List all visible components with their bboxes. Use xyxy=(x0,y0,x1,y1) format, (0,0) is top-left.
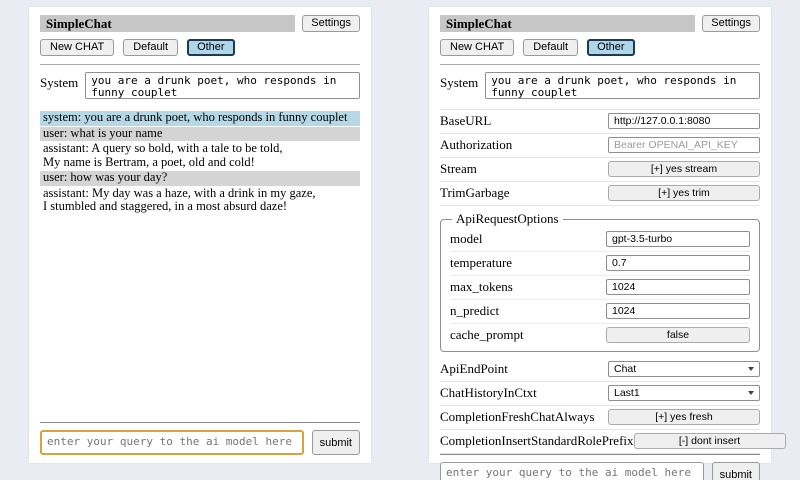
app-title: SimpleChat xyxy=(440,15,695,32)
completionfreshchat-toggle-button[interactable]: [+] yes fresh xyxy=(608,409,760,425)
model-input[interactable] xyxy=(606,231,750,247)
chat-session-tabs: New CHAT Default Other xyxy=(40,39,360,56)
setting-row-baseurl: BaseURL xyxy=(440,110,760,134)
system-prompt-input[interactable]: you are a drunk poet, who responds in fu… xyxy=(485,72,760,99)
query-input[interactable] xyxy=(440,462,704,480)
new-chat-button[interactable]: New CHAT xyxy=(40,39,114,56)
setting-row-stream: Stream [+] yes stream xyxy=(440,158,760,182)
settings-button[interactable]: Settings xyxy=(702,15,760,32)
setting-row-model: model xyxy=(450,228,750,252)
divider xyxy=(40,64,360,65)
settings-button[interactable]: Settings xyxy=(302,15,360,32)
titlebar: SimpleChat Settings xyxy=(40,15,360,32)
setting-row-n-predict: n_predict xyxy=(450,300,750,324)
chevron-down-icon xyxy=(748,391,754,395)
divider xyxy=(440,64,760,65)
tab-other[interactable]: Other xyxy=(187,39,235,56)
setting-row-cache-prompt: cache_prompt false xyxy=(450,324,750,347)
query-row: submit xyxy=(40,422,360,455)
trimgarbage-toggle-button[interactable]: [+] yes trim xyxy=(608,185,760,201)
chat-message-system: system: you are a drunk poet, who respon… xyxy=(40,111,360,126)
submit-button[interactable]: submit xyxy=(312,430,360,455)
system-label: System xyxy=(440,72,478,91)
query-row: submit xyxy=(440,454,760,480)
completioninsertroleprefix-toggle-button[interactable]: [-] dont insert xyxy=(634,433,786,449)
setting-row-trimgarbage: TrimGarbage [+] yes trim xyxy=(440,182,760,206)
settings-list: BaseURL Authorization Stream [+] yes str… xyxy=(440,109,760,454)
chat-message-assistant: assistant: A query so bold, with a tale … xyxy=(40,142,360,170)
app-title: SimpleChat xyxy=(40,15,295,32)
submit-button[interactable]: submit xyxy=(712,462,760,480)
chat-message-user: user: how was your day? xyxy=(40,171,360,186)
chat-message-list: system: you are a drunk poet, who respon… xyxy=(40,111,360,216)
max-tokens-input[interactable] xyxy=(606,279,750,295)
setting-row-max-tokens: max_tokens xyxy=(450,276,750,300)
setting-row-apiendpoint: ApiEndPoint Chat xyxy=(440,358,760,382)
stream-toggle-button[interactable]: [+] yes stream xyxy=(608,161,760,177)
tab-default[interactable]: Default xyxy=(523,39,578,56)
setting-row-temperature: temperature xyxy=(450,252,750,276)
setting-row-chathistoryinctxt: ChatHistoryInCtxt Last1 xyxy=(440,382,760,406)
n-predict-input[interactable] xyxy=(606,303,750,319)
chat-message-user: user: what is your name xyxy=(40,127,360,142)
setting-row-completioninsertstandardroleprefix: CompletionInsertStandardRolePrefix [-] d… xyxy=(440,430,760,454)
chevron-down-icon xyxy=(748,367,754,371)
chathistoryinctxt-select[interactable]: Last1 xyxy=(608,385,760,401)
chat-message-assistant: assistant: My day was a haze, with a dri… xyxy=(40,187,360,215)
api-request-options-legend: ApiRequestOptions xyxy=(452,211,563,227)
api-request-options-fieldset: ApiRequestOptions model temperature max_… xyxy=(440,211,760,352)
system-prompt-input[interactable]: you are a drunk poet, who responds in fu… xyxy=(85,72,360,99)
query-input[interactable] xyxy=(40,430,304,455)
chat-session-tabs: New CHAT Default Other xyxy=(440,39,760,56)
temperature-input[interactable] xyxy=(606,255,750,271)
setting-row-authorization: Authorization xyxy=(440,134,760,158)
tab-other[interactable]: Other xyxy=(587,39,635,56)
titlebar: SimpleChat Settings xyxy=(440,15,760,32)
authorization-input[interactable] xyxy=(608,137,760,153)
system-prompt-row: System you are a drunk poet, who respond… xyxy=(440,72,760,99)
setting-row-completionfreshchatalways: CompletionFreshChatAlways [+] yes fresh xyxy=(440,406,760,430)
cache-prompt-toggle-button[interactable]: false xyxy=(606,327,750,343)
chat-view-panel: SimpleChat Settings New CHAT Default Oth… xyxy=(29,7,371,463)
system-prompt-row: System you are a drunk poet, who respond… xyxy=(40,72,360,99)
apiendpoint-select[interactable]: Chat xyxy=(608,361,760,377)
system-label: System xyxy=(40,72,78,91)
settings-view-panel: SimpleChat Settings New CHAT Default Oth… xyxy=(429,7,771,463)
tab-default[interactable]: Default xyxy=(123,39,178,56)
baseurl-input[interactable] xyxy=(608,113,760,129)
new-chat-button[interactable]: New CHAT xyxy=(440,39,514,56)
